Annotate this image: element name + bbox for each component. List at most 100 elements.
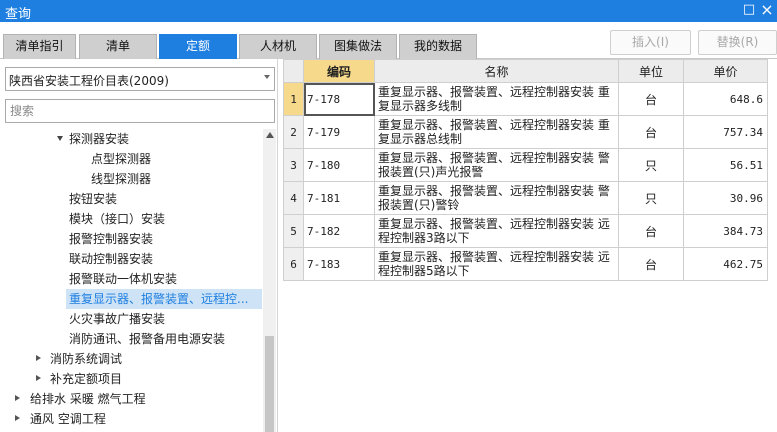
tree-item-label: 补充定额项目 <box>50 372 123 386</box>
result-grid: 编码 名称 单位 单价 1 7-178 重复显示器、报警装置、远程控制器安装 重… <box>283 59 777 432</box>
cell-name[interactable]: 重复显示器、报警装置、远程控制器安装 重复显示器总线制 <box>374 115 619 149</box>
cell-price[interactable]: 757.34 <box>683 115 768 149</box>
cell-code[interactable]: 7-179 <box>303 115 375 149</box>
cell-name[interactable]: 重复显示器、报警装置、远程控制器安装 远程控制器3路以下 <box>374 214 619 248</box>
tree-item-label: 报警联动一体机安装 <box>69 272 178 286</box>
cell-code[interactable]: 7-183 <box>303 247 375 281</box>
row-number: 3 <box>283 148 304 182</box>
insert-button[interactable]: 插入(I) <box>610 30 691 55</box>
header-code[interactable]: 编码 <box>303 59 375 83</box>
tree-item[interactable]: 联动控制器安装 <box>0 249 262 269</box>
scrollbar-thumb[interactable] <box>265 336 274 432</box>
collapsed-icon[interactable] <box>36 355 41 361</box>
tree-item-label: 给排水 采暖 燃气工程 <box>30 392 146 406</box>
cell-unit[interactable]: 只 <box>618 148 684 182</box>
collapsed-icon[interactable] <box>36 375 41 381</box>
tree-item[interactable]: 给排水 采暖 燃气工程 <box>0 389 262 409</box>
cell-name[interactable]: 重复显示器、报警装置、远程控制器安装 警报装置(只)声光报警 <box>374 148 619 182</box>
collapsed-icon[interactable] <box>15 415 20 421</box>
tree-item[interactable]: 线型探测器 <box>0 169 262 189</box>
tree-item-label: 火灾事故广播安装 <box>69 312 166 326</box>
tree-item[interactable]: 通风 空调工程 <box>0 409 262 429</box>
chevron-down-icon <box>264 75 270 79</box>
row-number: 4 <box>283 181 304 215</box>
tab-quota[interactable]: 定额 <box>159 34 237 59</box>
cell-unit[interactable]: 台 <box>618 247 684 281</box>
tree-item[interactable]: 按钮安装 <box>0 189 262 209</box>
tree-item-label: 通风 空调工程 <box>30 412 106 426</box>
scroll-up-icon[interactable] <box>266 132 274 138</box>
tree-item-label: 消防系统调试 <box>50 352 123 366</box>
cell-unit[interactable]: 台 <box>618 82 684 116</box>
cell-name[interactable]: 重复显示器、报警装置、远程控制器安装 重复显示器多线制 <box>374 82 619 116</box>
tree-item-label: 按钮安装 <box>69 192 118 206</box>
search-input[interactable] <box>5 99 275 123</box>
result-table: 编码 名称 单位 单价 1 7-178 重复显示器、报警装置、远程控制器安装 重… <box>283 59 768 281</box>
tree-item[interactable]: 报警控制器安装 <box>0 229 262 249</box>
table-row[interactable]: 6 7-183 重复显示器、报警装置、远程控制器安装 远程控制器5路以下 台 4… <box>283 247 768 281</box>
close-icon[interactable]: × <box>759 2 775 18</box>
cell-unit[interactable]: 台 <box>618 115 684 149</box>
header-corner <box>283 59 304 83</box>
cell-code[interactable]: 7-178 <box>303 82 375 116</box>
tree-item[interactable]: 消防系统调试 <box>0 349 262 369</box>
cell-code[interactable]: 7-182 <box>303 214 375 248</box>
tree-item-label: 联动控制器安装 <box>69 252 154 266</box>
header-unit[interactable]: 单位 <box>618 59 684 83</box>
cell-code[interactable]: 7-180 <box>303 148 375 182</box>
cell-unit[interactable]: 只 <box>618 181 684 215</box>
restore-icon[interactable]: □ <box>741 2 757 18</box>
cell-price[interactable]: 30.96 <box>683 181 768 215</box>
tree-item[interactable]: 模块（接口）安装 <box>0 209 262 229</box>
tab-bill[interactable]: 清单 <box>79 34 157 59</box>
cell-price[interactable]: 384.73 <box>683 214 768 248</box>
cell-unit[interactable]: 台 <box>618 214 684 248</box>
left-panel: 陕西省安装工程价目表(2009) 探测器安装 点型探测器 线型探测器 按钮安装 … <box>0 59 278 432</box>
row-number: 2 <box>283 115 304 149</box>
tree-item-label: 线型探测器 <box>91 172 152 186</box>
table-row[interactable]: 4 7-181 重复显示器、报警装置、远程控制器安装 警报装置(只)警铃 只 3… <box>283 181 768 215</box>
tree-scrollbar[interactable] <box>263 129 276 432</box>
window-title: 查询 <box>5 7 32 22</box>
table-row[interactable]: 2 7-179 重复显示器、报警装置、远程控制器安装 重复显示器总线制 台 75… <box>283 115 768 149</box>
header-price[interactable]: 单价 <box>683 59 768 83</box>
cell-price[interactable]: 462.75 <box>683 247 768 281</box>
tree-item-label: 消防通讯、报警备用电源安装 <box>69 332 226 346</box>
tree-item-label: 探测器安装 <box>69 132 130 146</box>
cell-name[interactable]: 重复显示器、报警装置、远程控制器安装 警报装置(只)警铃 <box>374 181 619 215</box>
tree-view: 探测器安装 点型探测器 线型探测器 按钮安装 模块（接口）安装 报警控制器安装 … <box>0 129 262 432</box>
tree-item-label: 模块（接口）安装 <box>69 212 166 226</box>
collapsed-icon[interactable] <box>15 395 20 401</box>
cell-code[interactable]: 7-181 <box>303 181 375 215</box>
tab-bar: 清单指引 清单 定额 人材机 图集做法 我的数据 插入(I) 替换(R) <box>0 22 777 59</box>
tree-item[interactable]: 火灾事故广播安装 <box>0 309 262 329</box>
expanded-icon[interactable] <box>57 136 63 141</box>
tab-bill-guide[interactable]: 清单指引 <box>3 34 76 59</box>
table-row[interactable]: 5 7-182 重复显示器、报警装置、远程控制器安装 远程控制器3路以下 台 3… <box>283 214 768 248</box>
table-row[interactable]: 3 7-180 重复显示器、报警装置、远程控制器安装 警报装置(只)声光报警 只… <box>283 148 768 182</box>
table-header-row: 编码 名称 单位 单价 <box>283 59 768 83</box>
row-number: 5 <box>283 214 304 248</box>
library-select-value: 陕西省安装工程价目表(2009) <box>9 74 169 88</box>
cell-price[interactable]: 648.6 <box>683 82 768 116</box>
tab-atlas-method[interactable]: 图集做法 <box>319 34 397 59</box>
tree-item-selected[interactable]: 重复显示器、报警装置、远程控... <box>0 289 262 309</box>
tab-labor-material[interactable]: 人材机 <box>239 34 317 59</box>
replace-button[interactable]: 替换(R) <box>698 30 777 55</box>
tree-item[interactable]: 报警联动一体机安装 <box>0 269 262 289</box>
tree-item[interactable]: 探测器安装 <box>0 129 262 149</box>
window-titlebar: 查询 □ × <box>0 0 777 22</box>
table-row[interactable]: 1 7-178 重复显示器、报警装置、远程控制器安装 重复显示器多线制 台 64… <box>283 82 768 116</box>
header-name[interactable]: 名称 <box>374 59 619 83</box>
tree-item-label: 报警控制器安装 <box>69 232 154 246</box>
tree-item-label: 重复显示器、报警装置、远程控... <box>66 289 262 309</box>
row-number: 6 <box>283 247 304 281</box>
row-number: 1 <box>283 82 304 116</box>
cell-price[interactable]: 56.51 <box>683 148 768 182</box>
tree-item[interactable]: 消防通讯、报警备用电源安装 <box>0 329 262 349</box>
library-select[interactable]: 陕西省安装工程价目表(2009) <box>5 67 275 91</box>
tree-item[interactable]: 点型探测器 <box>0 149 262 169</box>
tab-my-data[interactable]: 我的数据 <box>399 34 477 59</box>
cell-name[interactable]: 重复显示器、报警装置、远程控制器安装 远程控制器5路以下 <box>374 247 619 281</box>
tree-item[interactable]: 补充定额项目 <box>0 369 262 389</box>
